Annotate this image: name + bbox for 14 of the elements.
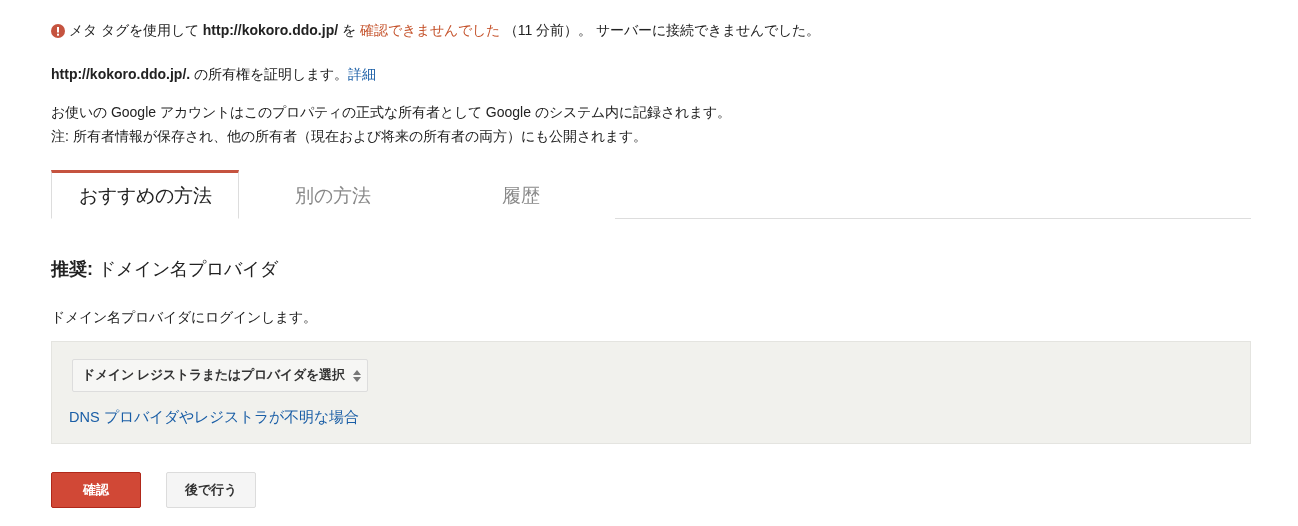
help-link[interactable]: DNS プロバイダやレジストラが不明な場合	[69, 408, 359, 427]
note-text: 注: 所有者情報が保存され、他の所有者（現在および将来の所有者の両方）にも公開されます。	[51, 127, 648, 146]
details-link[interactable]: 詳細	[348, 66, 377, 82]
sort-arrows-icon	[353, 369, 362, 382]
confirm-button[interactable]: 確認	[51, 472, 141, 508]
error-icon	[51, 24, 65, 38]
ownership-text: http://kokoro.ddo.jp/. の所有権を証明します。詳細	[51, 65, 378, 84]
later-button[interactable]: 後で行う	[166, 472, 256, 508]
alert-message: メタ タグを使用して http://kokoro.ddo.jp/ を 確認できませんでした （11 分前）。 サーバーに接続できませんでした。	[69, 22, 821, 40]
note-text: お使いの Google アカウントはこのプロパティの正式な所有者として Google のシステム内に記録されます。	[51, 103, 732, 122]
provider-select[interactable]: ドメイン レジストラまたはプロバイダを選択	[72, 359, 369, 392]
section-heading: 推奨: ドメイン名プロバイダ	[51, 258, 279, 281]
tab[interactable]: おすすめの方法	[51, 170, 239, 219]
instruction-text: ドメイン名プロバイダにログインします。	[51, 308, 318, 327]
